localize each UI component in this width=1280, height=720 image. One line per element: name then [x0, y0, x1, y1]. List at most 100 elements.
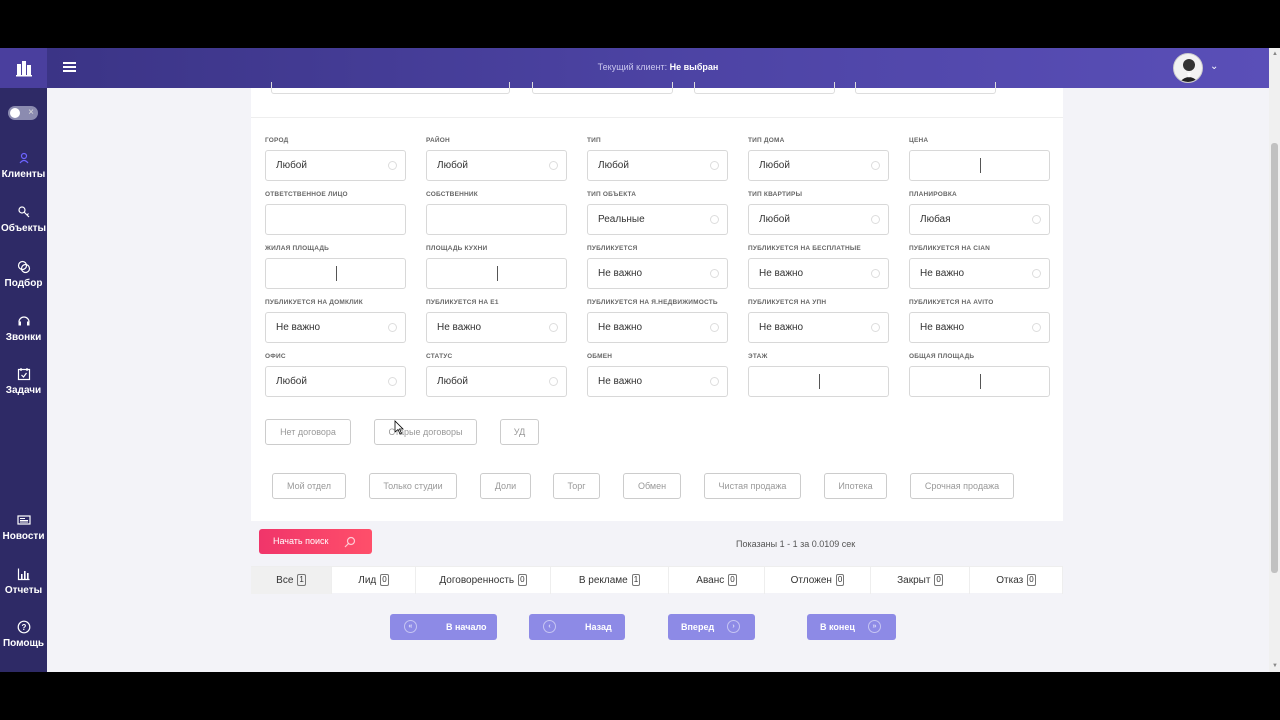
filter-select[interactable]: Не важно — [748, 258, 889, 289]
clear-icon[interactable] — [710, 323, 719, 332]
clear-icon[interactable] — [549, 161, 558, 170]
status-tab[interactable]: Отложен 0 — [765, 567, 871, 594]
sidebar-item-objects[interactable]: Объекты — [0, 205, 47, 234]
logo[interactable] — [0, 48, 47, 88]
newspaper-icon — [16, 515, 31, 525]
filter-value: Не важно — [759, 322, 804, 333]
filter-value: Не важно — [759, 268, 804, 279]
filter-select[interactable]: Любой — [426, 366, 567, 397]
filter-select[interactable]: Не важно — [587, 312, 728, 343]
status-tab[interactable]: Аванс 0 — [669, 567, 765, 594]
filter-select[interactable]: Не важно — [265, 312, 406, 343]
clear-icon[interactable] — [710, 215, 719, 224]
start-search-button[interactable]: Начать поиск — [259, 529, 372, 554]
page-scrollbar[interactable]: ▲ ▼ — [1269, 48, 1280, 672]
clear-icon[interactable] — [871, 323, 880, 332]
chevron-down-icon[interactable]: ⌄ — [1210, 61, 1218, 72]
clear-icon[interactable] — [388, 377, 397, 386]
filter-input[interactable] — [748, 366, 889, 397]
range-divider — [980, 158, 981, 173]
sidebar-item-news[interactable]: Новости — [0, 513, 47, 542]
clear-icon[interactable] — [710, 269, 719, 278]
filter-select[interactable]: Не важно — [909, 312, 1050, 343]
filter-select[interactable]: Не важно — [426, 312, 567, 343]
sidebar-item-calls[interactable]: Звонки — [0, 314, 47, 343]
filter-select[interactable]: Любой — [587, 150, 728, 181]
filter-label: Публикуется — [587, 245, 638, 252]
option-toggle-button[interactable]: Обмен — [623, 473, 681, 499]
sidebar-item-help[interactable]: ? Помощь — [0, 620, 47, 649]
filter-input[interactable] — [265, 204, 406, 235]
ghost-input — [694, 82, 835, 94]
ghost-input — [532, 82, 673, 94]
clear-icon[interactable] — [1032, 215, 1041, 224]
status-tab[interactable]: В рекламе 1 — [551, 567, 669, 594]
option-toggle-button[interactable]: Торг — [553, 473, 600, 499]
last-page-button[interactable]: В конец » — [807, 614, 896, 640]
scrollbar-thumb[interactable] — [1271, 143, 1278, 573]
filter-field: Публикуется на УПН Не важно — [748, 299, 889, 343]
option-toggle-button[interactable]: Доли — [480, 473, 531, 499]
option-toggle-button[interactable]: Мой отдел — [272, 473, 346, 499]
filter-select[interactable]: Любой — [265, 366, 406, 397]
scroll-down-icon[interactable]: ▼ — [1272, 663, 1278, 669]
next-page-button[interactable]: Вперед › — [668, 614, 755, 640]
sidebar-item-clients[interactable]: Клиенты — [0, 151, 47, 180]
first-page-button[interactable]: « В начало — [390, 614, 497, 640]
theme-toggle[interactable]: × — [8, 106, 38, 120]
filter-select[interactable]: Не важно — [587, 258, 728, 289]
scroll-up-icon[interactable]: ▲ — [1272, 51, 1278, 57]
status-tab[interactable]: Договоренность 0 — [416, 567, 551, 594]
contract-toggle-button[interactable]: Нет договора — [265, 419, 351, 445]
clear-icon[interactable] — [388, 161, 397, 170]
filter-select[interactable]: Не важно — [909, 258, 1050, 289]
status-tab[interactable]: Лид 0 — [332, 567, 416, 594]
filter-label: Цена — [909, 137, 929, 144]
first-page-label: В начало — [446, 622, 487, 632]
filter-select[interactable]: Не важно — [587, 366, 728, 397]
sidebar-item-matching[interactable]: Подбор — [0, 260, 47, 289]
sidebar-item-reports[interactable]: Отчеты — [0, 567, 47, 596]
clear-icon[interactable] — [710, 377, 719, 386]
clear-icon[interactable] — [871, 161, 880, 170]
filter-select[interactable]: Любой — [748, 204, 889, 235]
filter-select[interactable]: Не важно — [748, 312, 889, 343]
clear-icon[interactable] — [549, 323, 558, 332]
option-toggle-button[interactable]: Только студии — [369, 473, 457, 499]
filter-select[interactable]: Реальные — [587, 204, 728, 235]
option-toggle-button[interactable]: Чистая продажа — [704, 473, 801, 499]
filter-input[interactable] — [426, 258, 567, 289]
avatar[interactable] — [1173, 53, 1203, 83]
prev-page-button[interactable]: ‹ Назад — [529, 614, 625, 640]
filter-input[interactable] — [265, 258, 406, 289]
filter-select[interactable]: Любая — [909, 204, 1050, 235]
status-tab-count: 0 — [1027, 574, 1036, 587]
building-icon — [15, 61, 32, 77]
range-divider — [336, 266, 337, 281]
clear-icon[interactable] — [871, 269, 880, 278]
filter-label: Тип дома — [748, 137, 785, 144]
clear-icon[interactable] — [710, 161, 719, 170]
clear-icon[interactable] — [549, 377, 558, 386]
clear-icon[interactable] — [1032, 323, 1041, 332]
contract-toggle-button[interactable]: УД — [500, 419, 539, 445]
sidebar-item-tasks[interactable]: Задачи — [0, 367, 47, 396]
filter-select[interactable]: Любой — [426, 150, 567, 181]
filter-field: Публикуется на Я.Недвижимость Не важно — [587, 299, 728, 343]
option-toggle-button[interactable]: Срочная продажа — [910, 473, 1014, 499]
clear-icon[interactable] — [388, 323, 397, 332]
filter-input[interactable] — [909, 150, 1050, 181]
search-icon — [344, 536, 356, 548]
clear-icon[interactable] — [1032, 269, 1041, 278]
filter-input[interactable] — [426, 204, 567, 235]
filter-select[interactable]: Любой — [748, 150, 889, 181]
filter-select[interactable]: Любой — [265, 150, 406, 181]
contract-toggle-button[interactable]: Старые договоры — [374, 419, 477, 445]
status-tab[interactable]: Отказ 0 — [970, 567, 1063, 594]
sidebar-item-label: Помощь — [2, 638, 45, 649]
status-tab[interactable]: Закрыт 0 — [871, 567, 970, 594]
status-tab[interactable]: Все 1 — [251, 567, 332, 594]
option-toggle-button[interactable]: Ипотека — [824, 473, 887, 499]
filter-input[interactable] — [909, 366, 1050, 397]
clear-icon[interactable] — [871, 215, 880, 224]
